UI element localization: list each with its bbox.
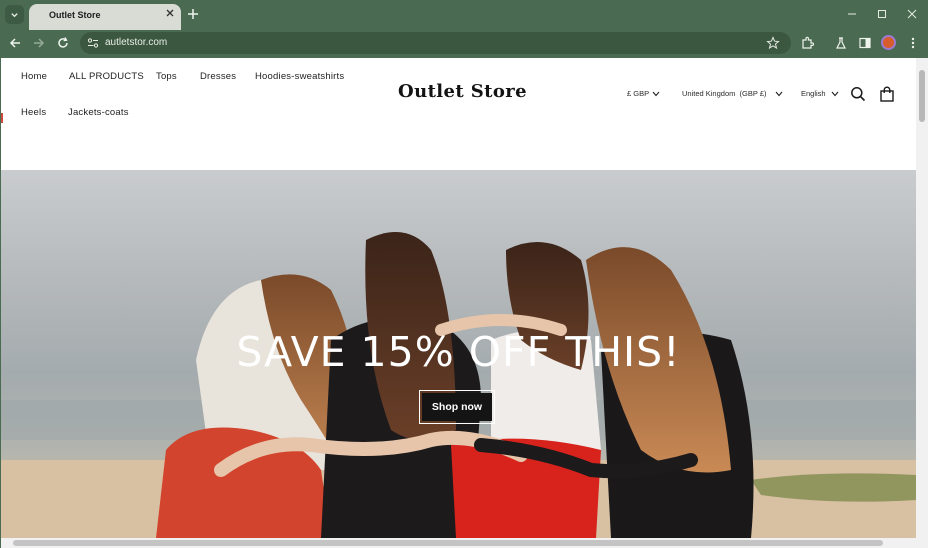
country-label: United Kingdom (GBP £) xyxy=(682,89,767,98)
horizontal-scrollbar-thumb[interactable] xyxy=(13,540,883,546)
hero-heading: SAVE 15% OFF THIS! xyxy=(236,328,681,376)
nav-link-dresses[interactable]: Dresses xyxy=(200,71,236,82)
window-close-icon[interactable] xyxy=(906,8,918,20)
nav-link-all-products[interactable]: ALL PRODUCTS xyxy=(69,71,144,82)
kebab-menu-icon[interactable] xyxy=(906,36,920,50)
chevron-down-icon xyxy=(831,91,839,96)
web-page: Home ALL PRODUCTS Tops Dresses Hoodies-s… xyxy=(1,58,916,538)
forward-arrow-icon[interactable] xyxy=(32,36,46,50)
nav-link-hoodies-sweatshirts[interactable]: Hoodies-sweatshirts xyxy=(255,71,344,82)
reload-icon[interactable] xyxy=(56,36,70,50)
shop-now-label: Shop now xyxy=(422,393,492,421)
site-settings-icon[interactable] xyxy=(86,36,100,50)
currency-label: £ GBP xyxy=(627,89,650,98)
nav-link-jackets-coats[interactable]: Jackets-coats xyxy=(68,107,129,118)
back-arrow-icon[interactable] xyxy=(8,36,22,50)
tab-title: Outlet Store xyxy=(49,10,101,20)
chevron-down-icon xyxy=(652,91,660,96)
nav-link-tops[interactable]: Tops xyxy=(156,71,177,82)
star-icon[interactable] xyxy=(766,36,780,50)
vertical-scrollbar-thumb[interactable] xyxy=(919,70,925,122)
close-icon[interactable] xyxy=(165,8,175,18)
language-selector[interactable]: English xyxy=(801,89,839,98)
shop-now-button[interactable]: Shop now xyxy=(419,390,495,424)
search-icon[interactable] xyxy=(850,86,866,102)
puzzle-icon[interactable] xyxy=(800,36,814,50)
browser-tab-active[interactable]: Outlet Store xyxy=(29,4,181,30)
side-panel-icon[interactable] xyxy=(858,36,872,50)
maximize-icon[interactable] xyxy=(876,8,888,20)
horizontal-scrollbar[interactable] xyxy=(1,538,928,548)
new-tab-icon[interactable] xyxy=(186,7,200,21)
tab-search-button[interactable] xyxy=(5,5,24,24)
chevron-down-icon xyxy=(11,13,18,18)
address-bar[interactable]: autletstor.com xyxy=(80,32,791,54)
vertical-scrollbar[interactable] xyxy=(916,58,928,538)
country-selector[interactable]: United Kingdom (GBP £) xyxy=(682,89,783,98)
minimize-icon[interactable] xyxy=(846,8,858,20)
chevron-down-icon xyxy=(775,91,782,96)
store-logo[interactable]: Outlet Store xyxy=(398,81,527,102)
flask-icon[interactable] xyxy=(834,36,848,50)
currency-selector[interactable]: £ GBP xyxy=(627,89,660,98)
hero-banner[interactable]: SAVE 15% OFF THIS! Shop now xyxy=(1,170,916,538)
nav-link-home[interactable]: Home xyxy=(21,71,47,82)
nav-link-heels[interactable]: Heels xyxy=(21,107,46,118)
browser-titlebar: Outlet Store xyxy=(0,0,928,30)
url-text[interactable]: autletstor.com xyxy=(105,37,167,48)
browser-toolbar: autletstor.com xyxy=(0,30,928,57)
shopping-bag-icon[interactable] xyxy=(879,86,895,102)
language-label: English xyxy=(801,89,826,98)
profile-avatar[interactable] xyxy=(881,35,896,50)
focus-marker xyxy=(1,113,3,123)
